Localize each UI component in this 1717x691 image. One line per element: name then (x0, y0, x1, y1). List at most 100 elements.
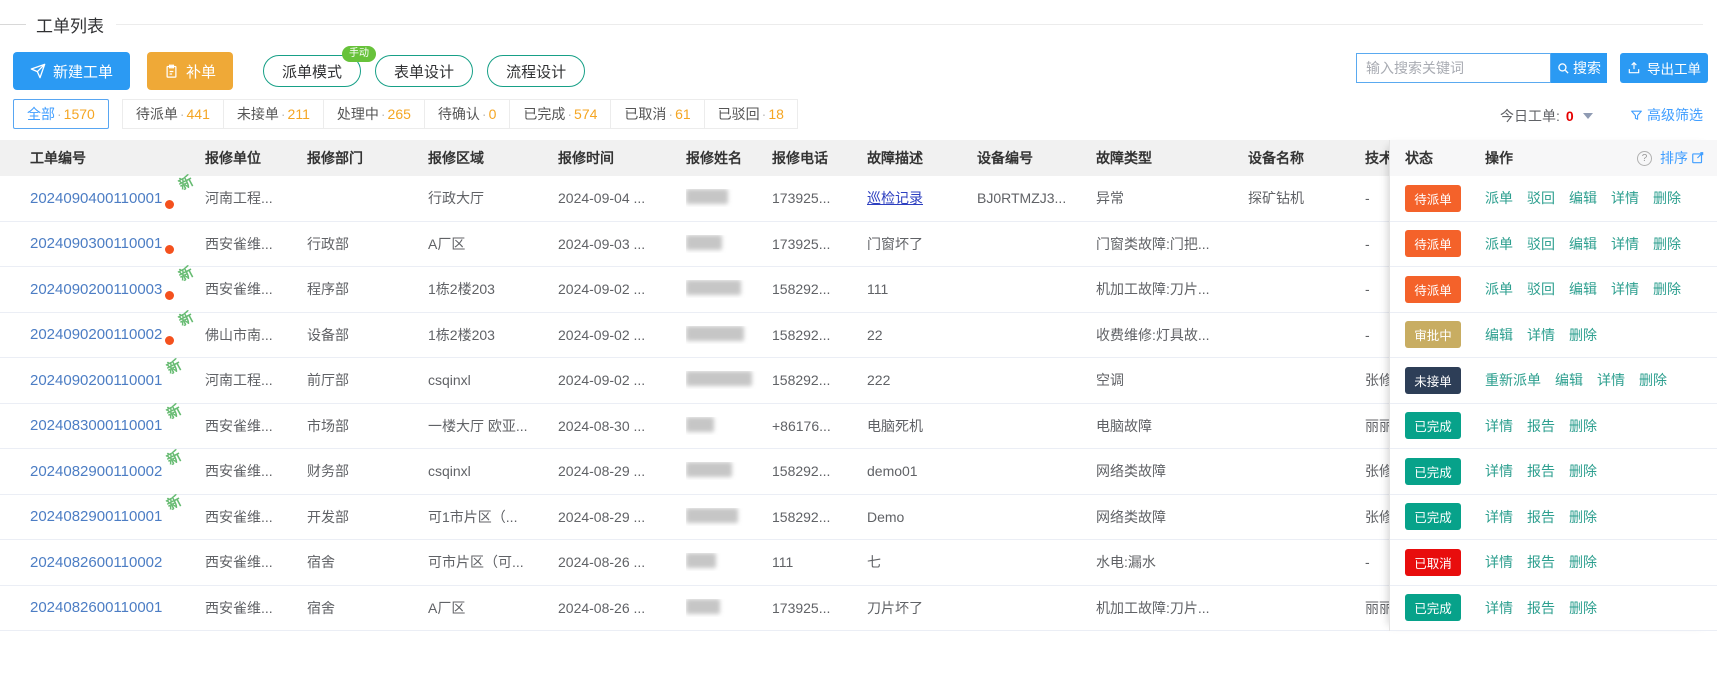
order-id-cell: 2024090200110002新 (0, 324, 205, 345)
row-actions: 派单驳回编辑详情删除 (1485, 279, 1681, 299)
status-tab-已完成[interactable]: 已完成·574 (509, 99, 611, 129)
action-link-详情[interactable]: 详情 (1485, 461, 1513, 481)
action-link-驳回[interactable]: 驳回 (1527, 234, 1555, 254)
fault-type-cell: 网络类故障 (1096, 461, 1248, 481)
red-dot-icon (165, 245, 174, 254)
status-tab-全部[interactable]: 全部·1570 (13, 99, 109, 129)
action-link-详情[interactable]: 详情 (1485, 416, 1513, 436)
action-link-详情[interactable]: 详情 (1597, 370, 1625, 390)
table-row: 2024090400110001新河南工程...行政大厅2024-09-04 .… (0, 176, 1417, 222)
action-link-编辑[interactable]: 编辑 (1569, 234, 1597, 254)
order-number-link[interactable]: 2024090200110003 (30, 281, 162, 298)
action-link-删除[interactable]: 删除 (1569, 507, 1597, 527)
action-link-派单[interactable]: 派单 (1485, 188, 1513, 208)
dept-cell: 宿舍 (307, 598, 428, 618)
action-link-派单[interactable]: 派单 (1485, 234, 1513, 254)
order-number-link[interactable]: 2024090300110001 (30, 235, 162, 252)
order-number-link[interactable]: 2024083000110001 (30, 417, 162, 434)
new-stamp-icon: 新 (163, 492, 183, 515)
order-number-link[interactable]: 2024090200110002 (30, 326, 162, 343)
action-link-报告[interactable]: 报告 (1527, 416, 1555, 436)
status-badge: 已取消 (1405, 549, 1461, 576)
action-link-编辑[interactable]: 编辑 (1485, 325, 1513, 345)
sort-button[interactable]: 排序 (1660, 148, 1705, 168)
flow-design-button[interactable]: 流程设计 (487, 55, 585, 87)
order-number-link[interactable]: 2024090200110001 (30, 372, 162, 389)
fixed-panel-row: 待派单派单驳回编辑详情删除 (1390, 267, 1717, 313)
reporter-name-cell (686, 462, 772, 480)
action-link-报告[interactable]: 报告 (1527, 461, 1555, 481)
order-id-cell: 2024082600110001 (0, 599, 205, 616)
form-design-button[interactable]: 表单设计 (375, 55, 473, 87)
order-number-link[interactable]: 2024082900110001 (30, 508, 162, 525)
status-tab-已取消[interactable]: 已取消·61 (610, 99, 704, 129)
action-link-删除[interactable]: 删除 (1653, 188, 1681, 208)
export-orders-button[interactable]: 导出工单 (1620, 53, 1708, 83)
reporter-name-cell (686, 235, 772, 253)
column-header-11: 设备名称 (1248, 148, 1365, 168)
action-link-删除[interactable]: 删除 (1569, 416, 1597, 436)
new-order-button[interactable]: 新建工单 (13, 52, 130, 90)
action-link-派单[interactable]: 派单 (1485, 279, 1513, 299)
status-tab-待确认[interactable]: 待确认·0 (424, 99, 510, 129)
advanced-filter-label: 高级筛选 (1647, 105, 1703, 125)
action-link-驳回[interactable]: 驳回 (1527, 279, 1555, 299)
header-divider-line (116, 24, 1703, 25)
status-tab-待派单[interactable]: 待派单·441 (122, 99, 224, 129)
inspection-record-link[interactable]: 巡检记录 (867, 190, 923, 206)
action-link-删除[interactable]: 删除 (1569, 325, 1597, 345)
order-number-link[interactable]: 2024090400110001 (30, 190, 162, 207)
action-link-驳回[interactable]: 驳回 (1527, 188, 1555, 208)
advanced-filter-button[interactable]: 高级筛选 (1630, 105, 1703, 125)
unit-cell: 西安雀维... (205, 279, 307, 299)
area-cell: csqinxl (428, 372, 558, 388)
status-badge: 已完成 (1405, 412, 1461, 439)
action-link-详情[interactable]: 详情 (1611, 234, 1639, 254)
time-cell: 2024-08-26 ... (558, 554, 686, 570)
status-tab-未接单[interactable]: 未接单·211 (223, 99, 324, 129)
status-tab-已驳回[interactable]: 已驳回·18 (704, 99, 798, 129)
action-link-删除[interactable]: 删除 (1653, 234, 1681, 254)
today-orders[interactable]: 今日工单: 0 (1500, 106, 1593, 126)
action-link-删除[interactable]: 删除 (1569, 461, 1597, 481)
action-link-删除[interactable]: 删除 (1639, 370, 1667, 390)
action-link-删除[interactable]: 删除 (1569, 598, 1597, 618)
search-button[interactable]: 搜索 (1551, 53, 1607, 83)
fixed-panel-row: 已完成详情报告删除 (1390, 449, 1717, 495)
help-circle-icon[interactable]: ? (1637, 151, 1652, 166)
action-link-详情[interactable]: 详情 (1485, 598, 1513, 618)
reporter-name-cell (686, 326, 772, 344)
table-row: 2024090200110001新河南工程...前厅部csqinxl2024-0… (0, 358, 1417, 404)
action-link-详情[interactable]: 详情 (1527, 325, 1555, 345)
row-actions: 编辑详情删除 (1485, 325, 1597, 345)
search-input[interactable] (1356, 53, 1551, 83)
action-link-详情[interactable]: 详情 (1611, 188, 1639, 208)
table-row: 2024082900110002新西安雀维...财务部csqinxl2024-0… (0, 449, 1417, 495)
column-header-6: 报修姓名 (686, 148, 772, 168)
action-link-删除[interactable]: 删除 (1653, 279, 1681, 299)
order-number-link[interactable]: 2024082900110002 (30, 463, 162, 480)
action-link-详情[interactable]: 详情 (1485, 507, 1513, 527)
redacted-name (686, 417, 714, 432)
export-button-label: 导出工单 (1647, 58, 1701, 78)
area-cell: 一楼大厅 欧亚... (428, 416, 558, 436)
device-no-cell: BJ0RTMZJ3... (977, 190, 1096, 206)
area-cell: 可市片区（可... (428, 552, 558, 572)
order-number-link[interactable]: 2024082600110002 (30, 554, 162, 571)
action-link-报告[interactable]: 报告 (1527, 598, 1555, 618)
status-tab-处理中[interactable]: 处理中·265 (323, 99, 425, 129)
fault-type-cell: 收费维修:灯具故... (1096, 325, 1248, 345)
action-link-编辑[interactable]: 编辑 (1569, 279, 1597, 299)
dispatch-mode-button[interactable]: 派单模式 手动 (263, 55, 361, 87)
action-link-重新派单[interactable]: 重新派单 (1485, 370, 1541, 390)
unit-cell: 河南工程... (205, 370, 307, 390)
action-link-详情[interactable]: 详情 (1485, 552, 1513, 572)
action-link-详情[interactable]: 详情 (1611, 279, 1639, 299)
action-link-编辑[interactable]: 编辑 (1569, 188, 1597, 208)
order-number-link[interactable]: 2024082600110001 (30, 599, 162, 616)
action-link-报告[interactable]: 报告 (1527, 507, 1555, 527)
action-link-编辑[interactable]: 编辑 (1555, 370, 1583, 390)
supplement-order-button[interactable]: 补单 (147, 52, 233, 90)
action-link-报告[interactable]: 报告 (1527, 552, 1555, 572)
action-link-删除[interactable]: 删除 (1569, 552, 1597, 572)
